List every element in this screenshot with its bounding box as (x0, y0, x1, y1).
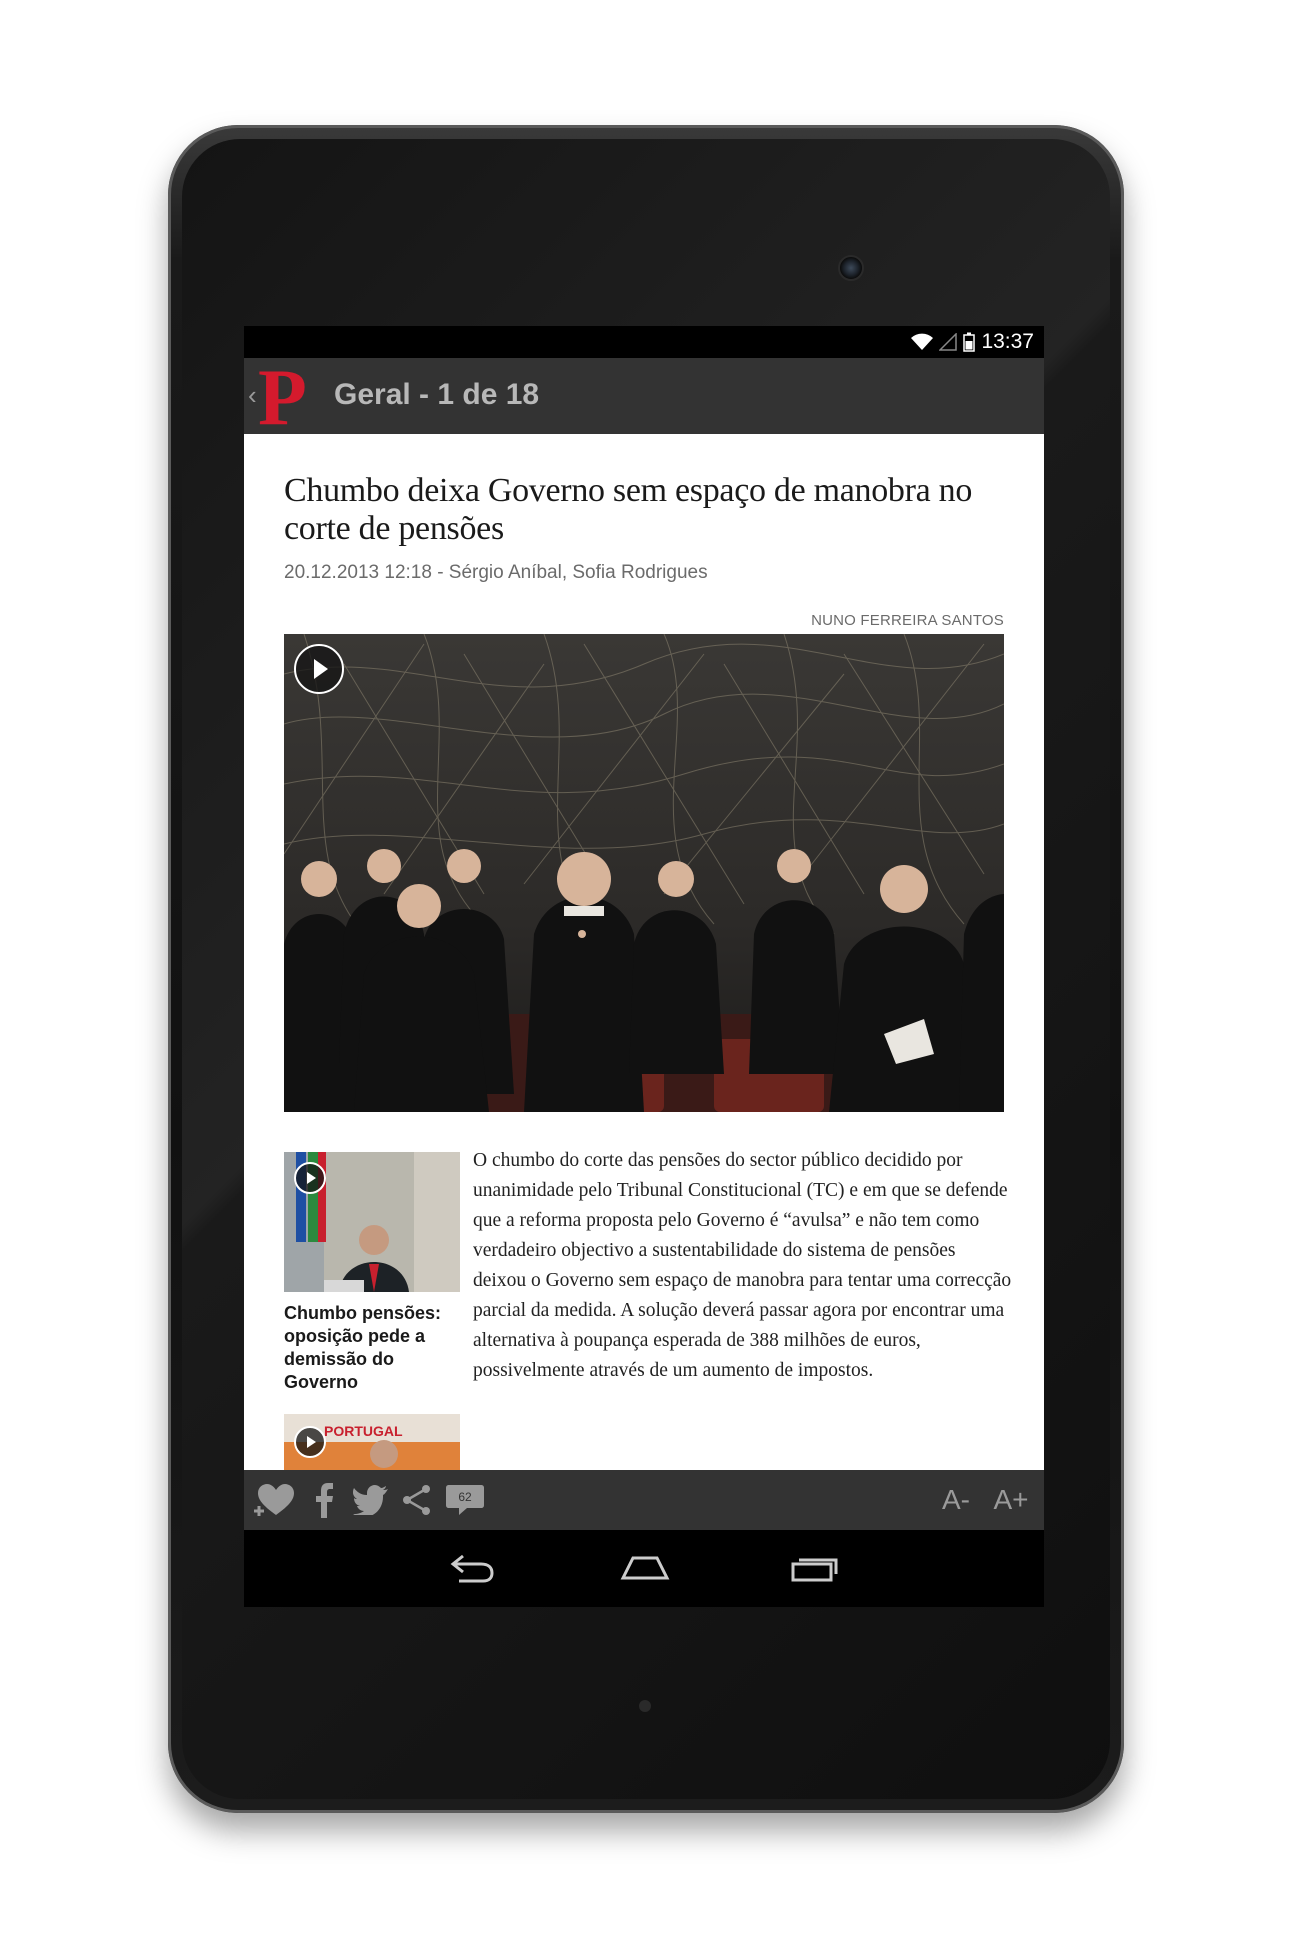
font-increase-button[interactable]: A+ (986, 1480, 1036, 1520)
chevron-left-icon[interactable]: ‹ (248, 380, 257, 411)
related-thumbnail[interactable]: PORTUGAL (284, 1414, 460, 1470)
clock: 13:37 (981, 330, 1034, 353)
font-decrease-button[interactable]: A- (932, 1480, 980, 1520)
play-video-button[interactable] (294, 644, 344, 694)
comments-button[interactable]: 62 (442, 1480, 488, 1520)
play-video-button[interactable] (294, 1162, 326, 1194)
related-thumbnail[interactable] (284, 1152, 460, 1292)
hero-photo-image (284, 634, 1004, 1112)
section-title: Geral - 1 de 18 (334, 378, 540, 411)
signal-icon (939, 333, 958, 351)
font-increase-label: A+ (993, 1484, 1029, 1515)
status-bar: 13:37 (244, 326, 1044, 358)
related-articles: Chumbo pensões: oposição pede a demissão… (284, 1152, 460, 1470)
hero-photo[interactable] (284, 634, 1004, 1112)
light-sensor (639, 1700, 651, 1712)
play-video-button[interactable] (294, 1426, 326, 1458)
article-headline: Chumbo deixa Governo sem espaço de manob… (284, 472, 973, 547)
favorite-icon[interactable] (250, 1480, 298, 1520)
screen: 13:37 ‹ P Geral - 1 de 18 Chumbo deixa G… (244, 326, 1044, 1607)
facebook-icon[interactable] (304, 1480, 344, 1520)
battery-icon (963, 332, 976, 352)
font-decrease-label: A- (942, 1484, 970, 1515)
comments-count: 62 (458, 1490, 472, 1504)
back-icon[interactable] (449, 1550, 495, 1589)
action-bar: 62 A- A+ (244, 1470, 1044, 1530)
front-camera (838, 255, 864, 281)
twitter-icon[interactable] (348, 1480, 394, 1520)
system-nav-bar (244, 1530, 1044, 1607)
article-view[interactable]: Chumbo deixa Governo sem espaço de manob… (244, 434, 1044, 1470)
article-body: O chumbo do corte das pensões do sector … (473, 1150, 1012, 1381)
home-icon[interactable] (619, 1550, 671, 1589)
app-bar: ‹ P Geral - 1 de 18 (244, 358, 1044, 438)
wifi-icon (911, 333, 934, 350)
photo-credit: NUNO FERREIRA SANTOS (811, 612, 1004, 629)
article-byline: 20.12.2013 12:18 - Sérgio Aníbal, Sofia … (284, 562, 708, 583)
share-icon[interactable] (396, 1480, 438, 1520)
related-title[interactable]: Chumbo pensões: oposição pede a demissão… (284, 1302, 460, 1394)
recents-icon[interactable] (790, 1550, 840, 1589)
related-thumbnail-text: PORTUGAL (324, 1423, 403, 1439)
app-logo[interactable]: P (258, 358, 307, 438)
